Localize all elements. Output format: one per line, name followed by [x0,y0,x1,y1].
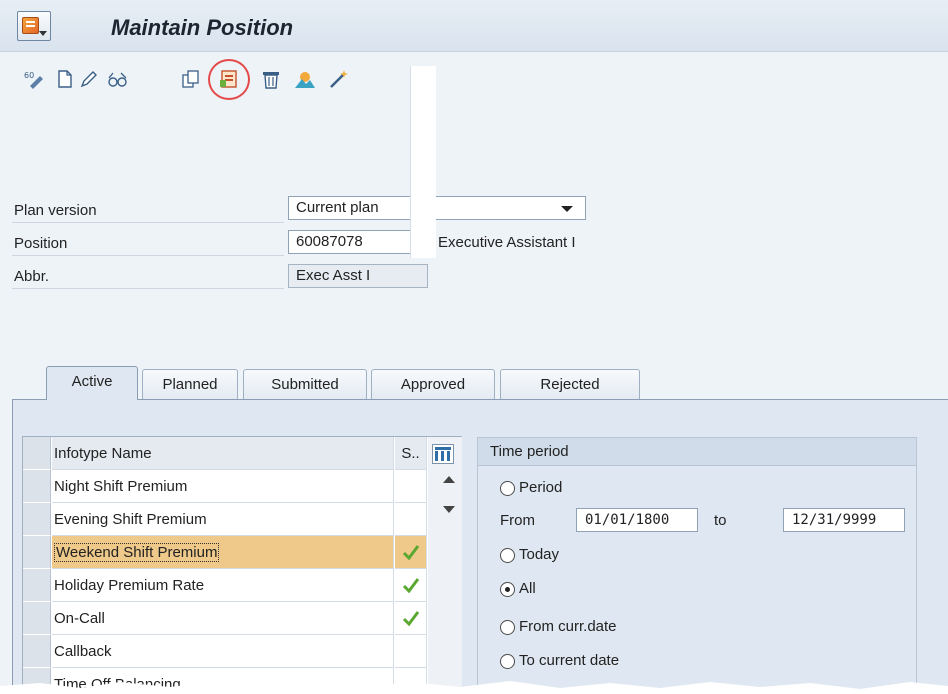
create-icon[interactable] [54,68,76,90]
radio-button[interactable] [500,582,515,597]
status-cell [395,602,427,635]
radio-all[interactable]: All [498,578,536,600]
position-description: Executive Assistant I [438,234,576,251]
checkmark-icon [402,545,419,561]
radio-period[interactable]: Period [498,477,562,499]
scroll-down-icon[interactable] [443,506,455,513]
radio-button[interactable] [500,548,515,563]
row-selector[interactable] [23,635,51,668]
tab-rejected[interactable]: Rejected [500,369,640,399]
radio-button[interactable] [500,481,515,496]
scroll-up-icon[interactable] [443,476,455,483]
display-glasses-icon[interactable] [106,68,128,90]
table-row[interactable]: Night Shift Premium [23,470,463,503]
table-header-row: Infotype Name S.. [23,437,463,470]
infotype-name-cell: Weekend Shift Premium [52,536,394,569]
radio-label: Period [519,479,563,496]
to-date-input[interactable]: 12/31/9999 [783,508,905,532]
page-title: Maintain Position [111,15,294,40]
radio-today[interactable]: Today [498,544,559,566]
from-date-input[interactable]: 01/01/1800 [576,508,698,532]
status-cell [395,503,427,536]
infotype-name-cell: Callback [52,635,394,668]
row-selector[interactable] [23,470,51,503]
wizard-wand-icon[interactable] [328,68,350,90]
infotype-name-text: Weekend Shift Premium [54,543,220,562]
select-all-cell[interactable] [23,437,51,470]
title-bar: Maintain Position [0,0,948,52]
row-selector[interactable] [23,536,51,569]
status-cell [395,470,427,503]
row-selector[interactable] [23,602,51,635]
status-cell [395,536,427,569]
sap-menu-icon [22,17,39,34]
status-cell [395,569,427,602]
change-icon[interactable]: 60 [24,68,46,90]
application-toolbar [0,52,948,110]
plan-version-select[interactable]: Current plan [288,196,586,220]
infotype-name-cell: On-Call [52,602,394,635]
table-row-selected[interactable]: Weekend Shift Premium [23,536,463,569]
tab-active[interactable]: Active [46,366,138,400]
table-row[interactable]: Holiday Premium Rate [23,569,463,602]
edit-pencil-icon[interactable] [78,68,100,90]
plan-version-value: Current plan [296,199,379,216]
chevron-down-icon[interactable] [561,206,573,212]
plan-version-label: Plan version [12,197,284,223]
radio-to-current-date[interactable]: To current date [498,650,619,672]
from-label: From [500,512,535,529]
tab-planned[interactable]: Planned [142,369,238,399]
table-row[interactable]: Evening Shift Premium [23,503,463,536]
copy-icon[interactable] [180,68,202,90]
checkmark-icon [402,578,419,594]
sap-menu-button[interactable] [17,11,51,41]
column-header-infotype-name[interactable]: Infotype Name [52,437,394,470]
delete-trash-icon[interactable] [260,68,282,90]
table-row[interactable]: Callback [23,635,463,668]
table-settings-icon[interactable] [432,444,454,464]
tab-submitted[interactable]: Submitted [243,369,367,399]
to-label: to [714,512,727,529]
table-scrollbar[interactable] [410,66,436,258]
row-selector[interactable] [23,503,51,536]
radio-label: To current date [519,652,620,669]
table-row[interactable]: On-Call [23,602,463,635]
abbr-field: Exec Asst I [288,264,428,288]
overview-icon[interactable] [294,68,316,90]
infotype-name-cell: Night Shift Premium [52,470,394,503]
position-label: Position [12,230,284,256]
tab-approved[interactable]: Approved [371,369,495,399]
radio-button[interactable] [500,654,515,669]
radio-label: Today [519,546,560,563]
dropdown-arrow-icon [39,31,47,36]
checkmark-icon [402,611,419,627]
radio-label: All [519,580,536,597]
status-cell [395,635,427,668]
torn-edge-decoration [0,681,948,694]
column-header-status[interactable]: S.. [395,437,427,470]
infotype-name-cell: Holiday Premium Rate [52,569,394,602]
highlight-annotation [208,59,250,100]
radio-label: From curr.date [519,618,617,635]
radio-from-curr-date[interactable]: From curr.date [498,616,617,638]
radio-button[interactable] [500,620,515,635]
abbr-label: Abbr. [12,263,284,289]
infotype-name-cell: Evening Shift Premium [52,503,394,536]
position-input[interactable]: 60087078 [288,230,428,254]
time-period-title: Time period [478,438,916,466]
svg-text:60: 60 [24,71,34,80]
infotype-table: Infotype Name S.. Night Shift Premium Ev… [22,436,462,694]
row-selector[interactable] [23,569,51,602]
